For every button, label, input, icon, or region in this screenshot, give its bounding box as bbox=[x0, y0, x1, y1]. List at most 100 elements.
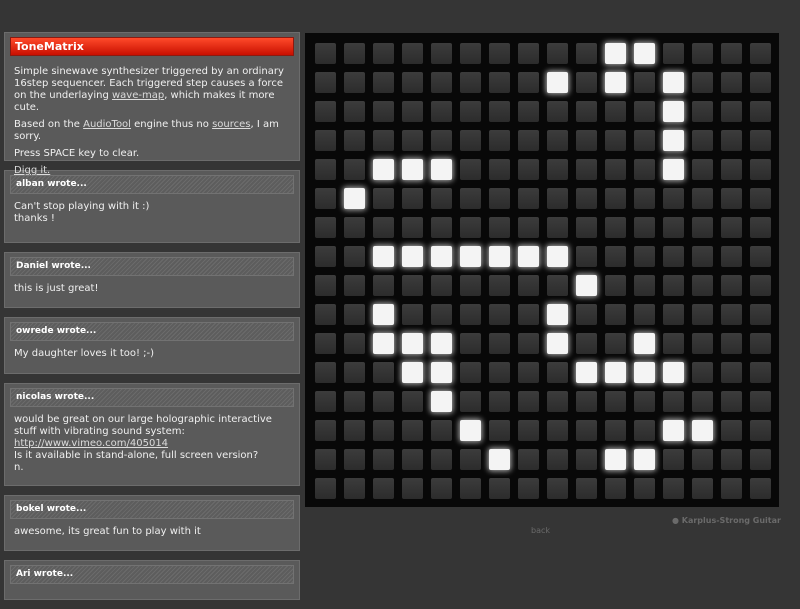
matrix-cell[interactable] bbox=[315, 391, 336, 412]
matrix-cell-active[interactable] bbox=[663, 101, 684, 122]
matrix-cell[interactable] bbox=[489, 72, 510, 93]
matrix-cell[interactable] bbox=[489, 362, 510, 383]
matrix-cell[interactable] bbox=[373, 449, 394, 470]
matrix-cell[interactable] bbox=[489, 217, 510, 238]
matrix-cell[interactable] bbox=[605, 275, 626, 296]
matrix-cell[interactable] bbox=[460, 130, 481, 151]
matrix-cell[interactable] bbox=[692, 391, 713, 412]
matrix-cell-active[interactable] bbox=[547, 304, 568, 325]
matrix-cell[interactable] bbox=[605, 304, 626, 325]
matrix-cell[interactable] bbox=[576, 449, 597, 470]
matrix-cell[interactable] bbox=[460, 391, 481, 412]
matrix-cell[interactable] bbox=[402, 72, 423, 93]
matrix-cell-active[interactable] bbox=[431, 246, 452, 267]
matrix-cell[interactable] bbox=[750, 101, 771, 122]
matrix-cell-active[interactable] bbox=[373, 246, 394, 267]
matrix-cell[interactable] bbox=[634, 246, 655, 267]
matrix-cell[interactable] bbox=[576, 217, 597, 238]
matrix-cell-active[interactable] bbox=[373, 333, 394, 354]
matrix-cell[interactable] bbox=[721, 101, 742, 122]
matrix-cell[interactable] bbox=[634, 130, 655, 151]
matrix-cell[interactable] bbox=[373, 275, 394, 296]
matrix-cell[interactable] bbox=[547, 391, 568, 412]
matrix-cell[interactable] bbox=[692, 130, 713, 151]
matrix-cell[interactable] bbox=[460, 72, 481, 93]
matrix-cell-active[interactable] bbox=[663, 362, 684, 383]
matrix-cell[interactable] bbox=[373, 72, 394, 93]
matrix-cell[interactable] bbox=[721, 391, 742, 412]
matrix-cell[interactable] bbox=[750, 449, 771, 470]
matrix-cell[interactable] bbox=[576, 188, 597, 209]
matrix-cell[interactable] bbox=[373, 217, 394, 238]
matrix-cell[interactable] bbox=[518, 333, 539, 354]
matrix-cell[interactable] bbox=[518, 304, 539, 325]
matrix-cell[interactable] bbox=[634, 478, 655, 499]
matrix-cell[interactable] bbox=[721, 333, 742, 354]
matrix-cell[interactable] bbox=[663, 246, 684, 267]
matrix-cell[interactable] bbox=[721, 449, 742, 470]
matrix-cell-active[interactable] bbox=[373, 159, 394, 180]
sources-link[interactable]: sources bbox=[212, 119, 250, 130]
matrix-cell[interactable] bbox=[489, 275, 510, 296]
matrix-cell[interactable] bbox=[518, 478, 539, 499]
matrix-cell[interactable] bbox=[634, 391, 655, 412]
matrix-cell[interactable] bbox=[576, 159, 597, 180]
matrix-cell[interactable] bbox=[489, 420, 510, 441]
matrix-cell[interactable] bbox=[344, 420, 365, 441]
matrix-cell[interactable] bbox=[315, 246, 336, 267]
matrix-cell[interactable] bbox=[663, 43, 684, 64]
matrix-cell[interactable] bbox=[344, 333, 365, 354]
matrix-cell[interactable] bbox=[431, 478, 452, 499]
matrix-cell-active[interactable] bbox=[634, 449, 655, 470]
matrix-cell-active[interactable] bbox=[663, 159, 684, 180]
matrix-cell[interactable] bbox=[605, 159, 626, 180]
matrix-cell[interactable] bbox=[402, 130, 423, 151]
matrix-cell[interactable] bbox=[750, 420, 771, 441]
matrix-cell[interactable] bbox=[460, 333, 481, 354]
matrix-cell[interactable] bbox=[576, 72, 597, 93]
matrix-cell[interactable] bbox=[547, 188, 568, 209]
matrix-cell[interactable] bbox=[750, 333, 771, 354]
matrix-cell-active[interactable] bbox=[431, 333, 452, 354]
matrix-cell[interactable] bbox=[402, 101, 423, 122]
matrix-cell[interactable] bbox=[547, 101, 568, 122]
matrix-cell[interactable] bbox=[634, 188, 655, 209]
back-link[interactable]: back bbox=[531, 526, 550, 535]
matrix-cell[interactable] bbox=[547, 449, 568, 470]
matrix-cell-active[interactable] bbox=[692, 420, 713, 441]
matrix-cell[interactable] bbox=[402, 188, 423, 209]
matrix-cell[interactable] bbox=[460, 101, 481, 122]
matrix-cell[interactable] bbox=[605, 478, 626, 499]
matrix-cell[interactable] bbox=[692, 362, 713, 383]
matrix-cell[interactable] bbox=[431, 101, 452, 122]
matrix-cell[interactable] bbox=[373, 101, 394, 122]
matrix-cell[interactable] bbox=[721, 130, 742, 151]
matrix-cell[interactable] bbox=[576, 304, 597, 325]
matrix-cell[interactable] bbox=[344, 159, 365, 180]
matrix-cell-active[interactable] bbox=[402, 333, 423, 354]
matrix-cell[interactable] bbox=[315, 72, 336, 93]
matrix-cell[interactable] bbox=[344, 391, 365, 412]
matrix-cell[interactable] bbox=[721, 304, 742, 325]
matrix-cell[interactable] bbox=[547, 478, 568, 499]
matrix-cell[interactable] bbox=[431, 449, 452, 470]
matrix-cell[interactable] bbox=[431, 304, 452, 325]
matrix-cell[interactable] bbox=[344, 478, 365, 499]
matrix-cell[interactable] bbox=[344, 72, 365, 93]
matrix-cell[interactable] bbox=[721, 159, 742, 180]
matrix-cell[interactable] bbox=[692, 246, 713, 267]
matrix-cell[interactable] bbox=[750, 217, 771, 238]
matrix-cell[interactable] bbox=[576, 246, 597, 267]
matrix-cell[interactable] bbox=[634, 72, 655, 93]
matrix-cell[interactable] bbox=[431, 43, 452, 64]
matrix-cell[interactable] bbox=[605, 333, 626, 354]
matrix-cell[interactable] bbox=[315, 362, 336, 383]
matrix-cell[interactable] bbox=[373, 43, 394, 64]
matrix-cell-active[interactable] bbox=[605, 362, 626, 383]
matrix-cell[interactable] bbox=[315, 159, 336, 180]
matrix-cell[interactable] bbox=[576, 420, 597, 441]
matrix-cell-active[interactable] bbox=[402, 362, 423, 383]
matrix-cell[interactable] bbox=[373, 391, 394, 412]
matrix-cell[interactable] bbox=[692, 43, 713, 64]
matrix-cell[interactable] bbox=[344, 449, 365, 470]
